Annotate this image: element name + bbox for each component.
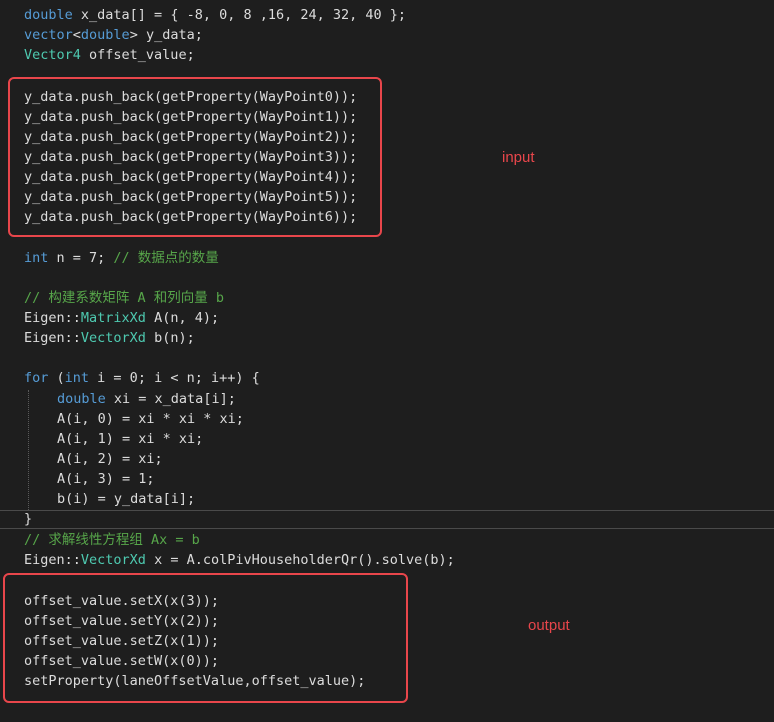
keyword: double — [80, 27, 130, 43]
code-line-solve: Eigen::VectorXd x = A.colPivHouseholderQ… — [24, 550, 455, 570]
code-text: A(n, 4); — [145, 310, 220, 326]
code-line-loop: double xi = x_data[i]; — [57, 389, 236, 409]
code-line-y-data: vector<double> y_data; — [24, 25, 203, 45]
code-text: n = 7; — [48, 250, 114, 266]
separator-line — [0, 528, 774, 529]
code-comment: // 数据点的数量 — [113, 250, 219, 266]
keyword: int — [24, 250, 49, 266]
keyword: int — [64, 370, 90, 386]
indent-guide — [28, 390, 29, 510]
code-text: x_data[] = { -8, 0, 8 ,16, 24, 32, 40 }; — [72, 7, 407, 23]
code-text: b(n); — [145, 330, 195, 346]
code-text: Eigen:: — [24, 310, 81, 326]
code-editor[interactable]: double x_data[] = { -8, 0, 8 ,16, 24, 32… — [0, 0, 774, 722]
code-text: xi = x_data[i]; — [105, 391, 236, 407]
code-comment: // 求解线性方程组 Ax = b — [24, 532, 200, 548]
code-text: > — [129, 27, 138, 43]
code-line-loop: A(i, 1) = xi * xi; — [57, 431, 204, 447]
code-line-for: for (int i = 0; i < n; i++) { — [24, 368, 260, 388]
code-comment: // 构建系数矩阵 A 和列向量 b — [24, 290, 225, 306]
type-name: VectorXd — [80, 330, 146, 346]
code-text: Eigen:: — [24, 552, 81, 568]
code-text: ( — [48, 370, 65, 386]
code-text: offset_value; — [80, 47, 195, 63]
code-line-int-n: int n = 7; // 数据点的数量 — [24, 248, 219, 268]
code-text: y_data; — [137, 27, 203, 43]
code-text: i = 0; i < n; i++) { — [89, 370, 260, 386]
input-label: input — [502, 149, 535, 166]
keyword: double — [57, 391, 106, 407]
keyword: for — [24, 370, 49, 386]
type-name: Vector4 — [24, 47, 81, 63]
code-line-x-data: double x_data[] = { -8, 0, 8 ,16, 24, 32… — [24, 5, 406, 25]
type-name: VectorXd — [80, 552, 146, 568]
input-highlight-box — [8, 77, 382, 237]
code-text: < — [72, 27, 81, 43]
keyword: vector — [24, 27, 73, 43]
type-name: MatrixXd — [80, 310, 146, 326]
code-line-loop: A(i, 0) = xi * xi * xi; — [57, 411, 244, 427]
output-label: output — [528, 617, 570, 634]
separator-line — [0, 510, 774, 511]
code-line-loop: b(i) = y_data[i]; — [57, 491, 196, 507]
code-line-vector: Eigen::VectorXd b(n); — [24, 328, 195, 348]
code-line-loop: A(i, 2) = xi; — [57, 451, 163, 467]
code-line-loop: A(i, 3) = 1; — [57, 471, 155, 487]
code-line-close-brace: } — [24, 511, 33, 527]
code-line-matrix: Eigen::MatrixXd A(n, 4); — [24, 308, 219, 328]
code-text: x = A.colPivHouseholderQr().solve(b); — [145, 552, 455, 568]
code-text: Eigen:: — [24, 330, 81, 346]
keyword: double — [24, 7, 73, 23]
output-highlight-box — [3, 573, 408, 703]
code-line-offset-value: Vector4 offset_value; — [24, 45, 195, 65]
